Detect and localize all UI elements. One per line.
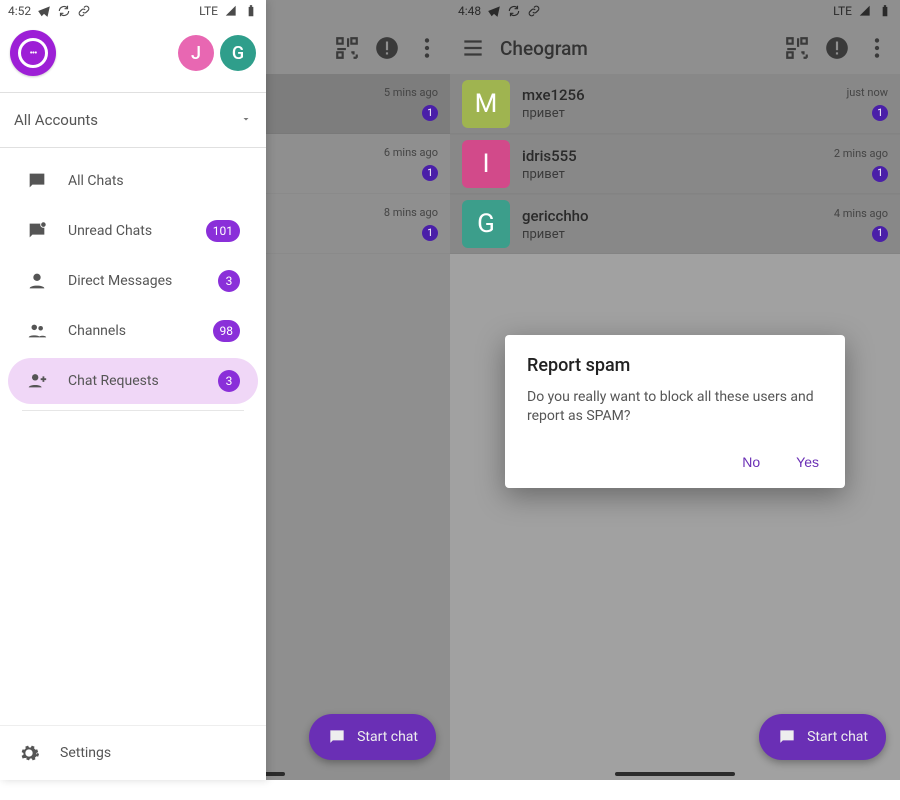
chat-time: 5 mins ago	[384, 86, 438, 99]
accounts-dropdown[interactable]: All Accounts	[0, 93, 266, 147]
report-spam-dialog: Report spam Do you really want to block …	[505, 335, 845, 488]
chat-preview: привет	[522, 227, 822, 242]
qr-scan-icon[interactable]	[334, 35, 360, 61]
nav-badge: 3	[218, 370, 240, 392]
footer-gap	[0, 780, 900, 800]
chat-unread-icon	[26, 220, 48, 242]
dialog-title: Report spam	[527, 355, 823, 376]
telegram-icon	[487, 4, 501, 18]
system-nav-bar	[450, 764, 900, 780]
chevron-down-icon	[240, 111, 252, 129]
nav-badge: 98	[213, 320, 241, 342]
link-icon	[527, 4, 541, 18]
chat-time: 2 mins ago	[834, 147, 888, 160]
status-time: 4:48	[458, 4, 481, 18]
nav-direct-messages[interactable]: Direct Messages 3	[8, 258, 258, 304]
avatar: I	[462, 140, 510, 188]
accounts-label: All Accounts	[14, 111, 98, 129]
chat-icon	[777, 727, 797, 747]
nav-unread-chats[interactable]: Unread Chats 101	[8, 208, 258, 254]
chat-row[interactable]: M mxe1256 привет just now 1	[450, 74, 900, 134]
avatar: G	[462, 200, 510, 248]
unread-badge: 1	[422, 105, 438, 121]
battery-icon	[244, 4, 258, 18]
nav-all-chats[interactable]: All Chats	[8, 158, 258, 204]
settings-label: Settings	[60, 745, 111, 761]
chat-time: 6 mins ago	[384, 146, 438, 159]
status-bar: 4:48 LTE	[450, 0, 900, 22]
alert-icon[interactable]	[824, 35, 850, 61]
nav-channels[interactable]: Channels 98	[8, 308, 258, 354]
signal-icon	[858, 4, 872, 18]
chat-row[interactable]: G gericchho привет 4 mins ago 1	[450, 194, 900, 254]
signal-icon	[224, 4, 238, 18]
qr-scan-icon[interactable]	[784, 35, 810, 61]
left-partial-row[interactable]: 6 mins ago 1	[266, 134, 450, 194]
start-chat-fab[interactable]: Start chat	[309, 714, 436, 760]
overflow-menu-icon[interactable]	[864, 35, 890, 61]
account-avatar[interactable]: G	[220, 35, 256, 71]
account-avatar[interactable]: J	[178, 35, 214, 71]
chat-preview: привет	[522, 106, 835, 121]
status-bar: 4:52 LTE	[0, 0, 266, 22]
app-logo[interactable]: •••	[10, 30, 56, 76]
battery-icon	[878, 4, 892, 18]
chat-row[interactable]: I idris555 привет 2 mins ago 1	[450, 134, 900, 194]
unread-badge: 1	[422, 165, 438, 181]
alert-icon[interactable]	[374, 35, 400, 61]
chat-time: 4 mins ago	[834, 207, 888, 220]
unread-badge: 1	[872, 166, 888, 182]
divider	[22, 410, 244, 411]
nav-label: Channels	[68, 323, 126, 339]
dialog-no-button[interactable]: No	[738, 448, 764, 476]
chat-time: 8 mins ago	[384, 206, 438, 219]
unread-badge: 1	[422, 225, 438, 241]
unread-badge: 1	[872, 105, 888, 121]
status-time: 4:52	[8, 4, 31, 18]
nav-label: Unread Chats	[68, 223, 152, 239]
telegram-icon	[37, 4, 51, 18]
overflow-menu-icon[interactable]	[414, 35, 440, 61]
dialog-body: Do you really want to block all these us…	[527, 388, 823, 426]
chat-icon	[26, 170, 48, 192]
fab-label: Start chat	[807, 729, 868, 745]
dialog-yes-button[interactable]: Yes	[792, 448, 823, 476]
person-icon	[26, 270, 48, 292]
nav-label: All Chats	[68, 173, 124, 189]
nav-badge: 101	[206, 220, 240, 242]
chat-time: just now	[847, 86, 888, 99]
hamburger-menu-icon[interactable]	[460, 35, 486, 61]
nav-drawer: 4:52 LTE ••• J G All Accounts	[0, 0, 266, 780]
left-partial-row[interactable]: 5 mins ago 1	[266, 74, 450, 134]
person-add-icon	[26, 370, 48, 392]
sync-icon	[57, 4, 71, 18]
left-partial-chat-list: 5 mins ago 1 6 mins ago 1 8 mins ago 1	[266, 74, 450, 254]
app-title: Cheogram	[500, 37, 588, 60]
chat-name: gericchho	[522, 207, 822, 225]
network-label: LTE	[833, 4, 852, 18]
start-chat-fab[interactable]: Start chat	[759, 714, 886, 760]
nav-chat-requests[interactable]: Chat Requests 3	[8, 358, 258, 404]
sync-icon	[507, 4, 521, 18]
chat-name: idris555	[522, 147, 822, 165]
group-icon	[26, 320, 48, 342]
chat-icon	[327, 727, 347, 747]
drawer-header: ••• J G	[0, 22, 266, 92]
right-toolbar: Cheogram	[450, 22, 900, 74]
unread-badge: 1	[872, 226, 888, 242]
link-icon	[77, 4, 91, 18]
fab-label: Start chat	[357, 729, 418, 745]
network-label: LTE	[199, 4, 218, 18]
left-partial-row[interactable]: 8 mins ago 1	[266, 194, 450, 254]
chat-list: M mxe1256 привет just now 1 I idris555 п…	[450, 74, 900, 254]
gear-icon	[18, 742, 40, 764]
avatar: M	[462, 80, 510, 128]
chat-name: mxe1256	[522, 86, 835, 104]
nav-settings[interactable]: Settings	[0, 725, 266, 780]
nav-badge: 3	[218, 270, 240, 292]
nav-label: Chat Requests	[68, 373, 159, 389]
nav-label: Direct Messages	[68, 273, 172, 289]
chat-preview: привет	[522, 167, 822, 182]
